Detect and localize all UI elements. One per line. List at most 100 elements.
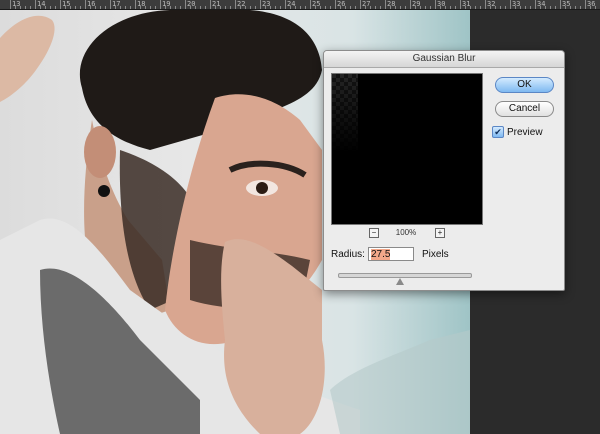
ruler-tick bbox=[260, 0, 261, 9]
ruler-tick bbox=[455, 6, 456, 9]
ruler-tick bbox=[505, 6, 506, 9]
ruler-tick bbox=[285, 0, 286, 9]
ruler-tick bbox=[595, 6, 596, 9]
ruler-tick bbox=[105, 6, 106, 9]
ruler-tick bbox=[205, 6, 206, 9]
ruler-tick bbox=[305, 6, 306, 9]
ruler-tick bbox=[25, 6, 26, 9]
ruler-tick bbox=[390, 6, 391, 9]
ruler-tick bbox=[230, 6, 231, 9]
ruler-tick bbox=[155, 6, 156, 9]
ruler-tick bbox=[280, 6, 281, 9]
ruler-tick bbox=[210, 0, 211, 9]
ruler-tick bbox=[450, 6, 451, 9]
ruler-tick bbox=[250, 6, 251, 9]
blur-preview[interactable] bbox=[331, 73, 483, 225]
ruler-tick bbox=[340, 6, 341, 9]
zoom-in-icon[interactable]: + bbox=[435, 228, 445, 238]
ruler-tick bbox=[360, 0, 361, 9]
zoom-out-icon[interactable]: − bbox=[369, 228, 379, 238]
preview-label: Preview bbox=[507, 127, 543, 138]
ruler-tick bbox=[185, 0, 186, 9]
ruler-tick bbox=[420, 6, 421, 9]
ruler-tick bbox=[135, 0, 136, 9]
ruler-tick bbox=[405, 6, 406, 9]
ruler-tick bbox=[415, 6, 416, 9]
ruler-tick bbox=[225, 6, 226, 9]
ruler-tick bbox=[560, 0, 561, 9]
ruler-tick bbox=[500, 6, 501, 9]
sleeve-shadow bbox=[330, 330, 470, 434]
ruler-tick bbox=[395, 6, 396, 9]
ruler-tick bbox=[525, 6, 526, 9]
ruler-tick bbox=[530, 6, 531, 9]
ruler-tick bbox=[75, 6, 76, 9]
transparency-checkerboard bbox=[332, 74, 358, 154]
ruler-tick bbox=[255, 6, 256, 9]
ruler-tick bbox=[15, 6, 16, 9]
ruler-tick bbox=[20, 6, 21, 9]
ruler-tick bbox=[440, 6, 441, 9]
ruler-tick bbox=[150, 6, 151, 9]
ruler-tick bbox=[30, 6, 31, 9]
ruler-tick bbox=[320, 6, 321, 9]
ruler-tick bbox=[140, 6, 141, 9]
ruler-tick bbox=[555, 6, 556, 9]
ruler-tick bbox=[180, 6, 181, 9]
ruler-tick bbox=[385, 0, 386, 9]
ruler-tick bbox=[90, 6, 91, 9]
ruler-tick bbox=[575, 6, 576, 9]
radius-slider-thumb[interactable] bbox=[396, 278, 405, 285]
ruler-tick bbox=[480, 6, 481, 9]
ruler-tick bbox=[465, 6, 466, 9]
ruler-tick bbox=[535, 0, 536, 9]
preview-option[interactable]: ✔ Preview bbox=[492, 126, 543, 140]
ruler-tick bbox=[35, 0, 36, 9]
ruler-tick bbox=[515, 6, 516, 9]
ruler-tick bbox=[265, 6, 266, 9]
ruler-tick bbox=[200, 6, 201, 9]
ear bbox=[84, 126, 116, 178]
cancel-button[interactable]: Cancel bbox=[495, 101, 554, 117]
ok-button[interactable]: OK bbox=[495, 77, 554, 93]
ruler-tick bbox=[215, 6, 216, 9]
ruler-tick bbox=[375, 6, 376, 9]
ruler-tick bbox=[590, 6, 591, 9]
radius-label: Radius: bbox=[331, 249, 365, 260]
checkmark-icon[interactable]: ✔ bbox=[492, 126, 504, 139]
ruler-tick bbox=[445, 6, 446, 9]
ruler-tick bbox=[85, 0, 86, 9]
zoom-level: 100% bbox=[395, 228, 417, 237]
radius-slider-track[interactable] bbox=[338, 273, 472, 278]
radius-unit: Pixels bbox=[422, 249, 449, 260]
ruler-tick bbox=[510, 0, 511, 9]
ruler-tick bbox=[145, 6, 146, 9]
ruler-tick bbox=[425, 6, 426, 9]
ruler-tick bbox=[330, 6, 331, 9]
ruler-tick bbox=[565, 6, 566, 9]
ruler-tick bbox=[170, 6, 171, 9]
ruler-tick bbox=[370, 6, 371, 9]
ruler-tick bbox=[470, 6, 471, 9]
earring bbox=[98, 185, 110, 197]
top-ruler: 13 14 15 16 17 18 19 20 21 22 23 24 25 26 27 28 29 30 31 32… bbox=[0, 0, 600, 10]
ruler-tick bbox=[315, 6, 316, 9]
ruler-tick bbox=[45, 6, 46, 9]
ruler-tick bbox=[310, 0, 311, 9]
radius-row: Radius: 27.5 Pixels bbox=[331, 246, 449, 264]
ruler-tick bbox=[125, 6, 126, 9]
radius-input[interactable]: 27.5 bbox=[368, 247, 414, 261]
ruler-tick bbox=[110, 0, 111, 9]
ruler-tick bbox=[240, 6, 241, 9]
ruler-tick bbox=[430, 6, 431, 9]
ruler-tick bbox=[115, 6, 116, 9]
ruler-tick bbox=[70, 6, 71, 9]
ruler-tick bbox=[55, 6, 56, 9]
ruler-tick bbox=[300, 6, 301, 9]
ruler-tick bbox=[120, 6, 121, 9]
ruler-tick bbox=[275, 6, 276, 9]
ruler-tick bbox=[40, 6, 41, 9]
dialog-title[interactable]: Gaussian Blur bbox=[324, 51, 564, 68]
ruler-tick bbox=[585, 0, 586, 9]
ruler-tick bbox=[475, 6, 476, 9]
